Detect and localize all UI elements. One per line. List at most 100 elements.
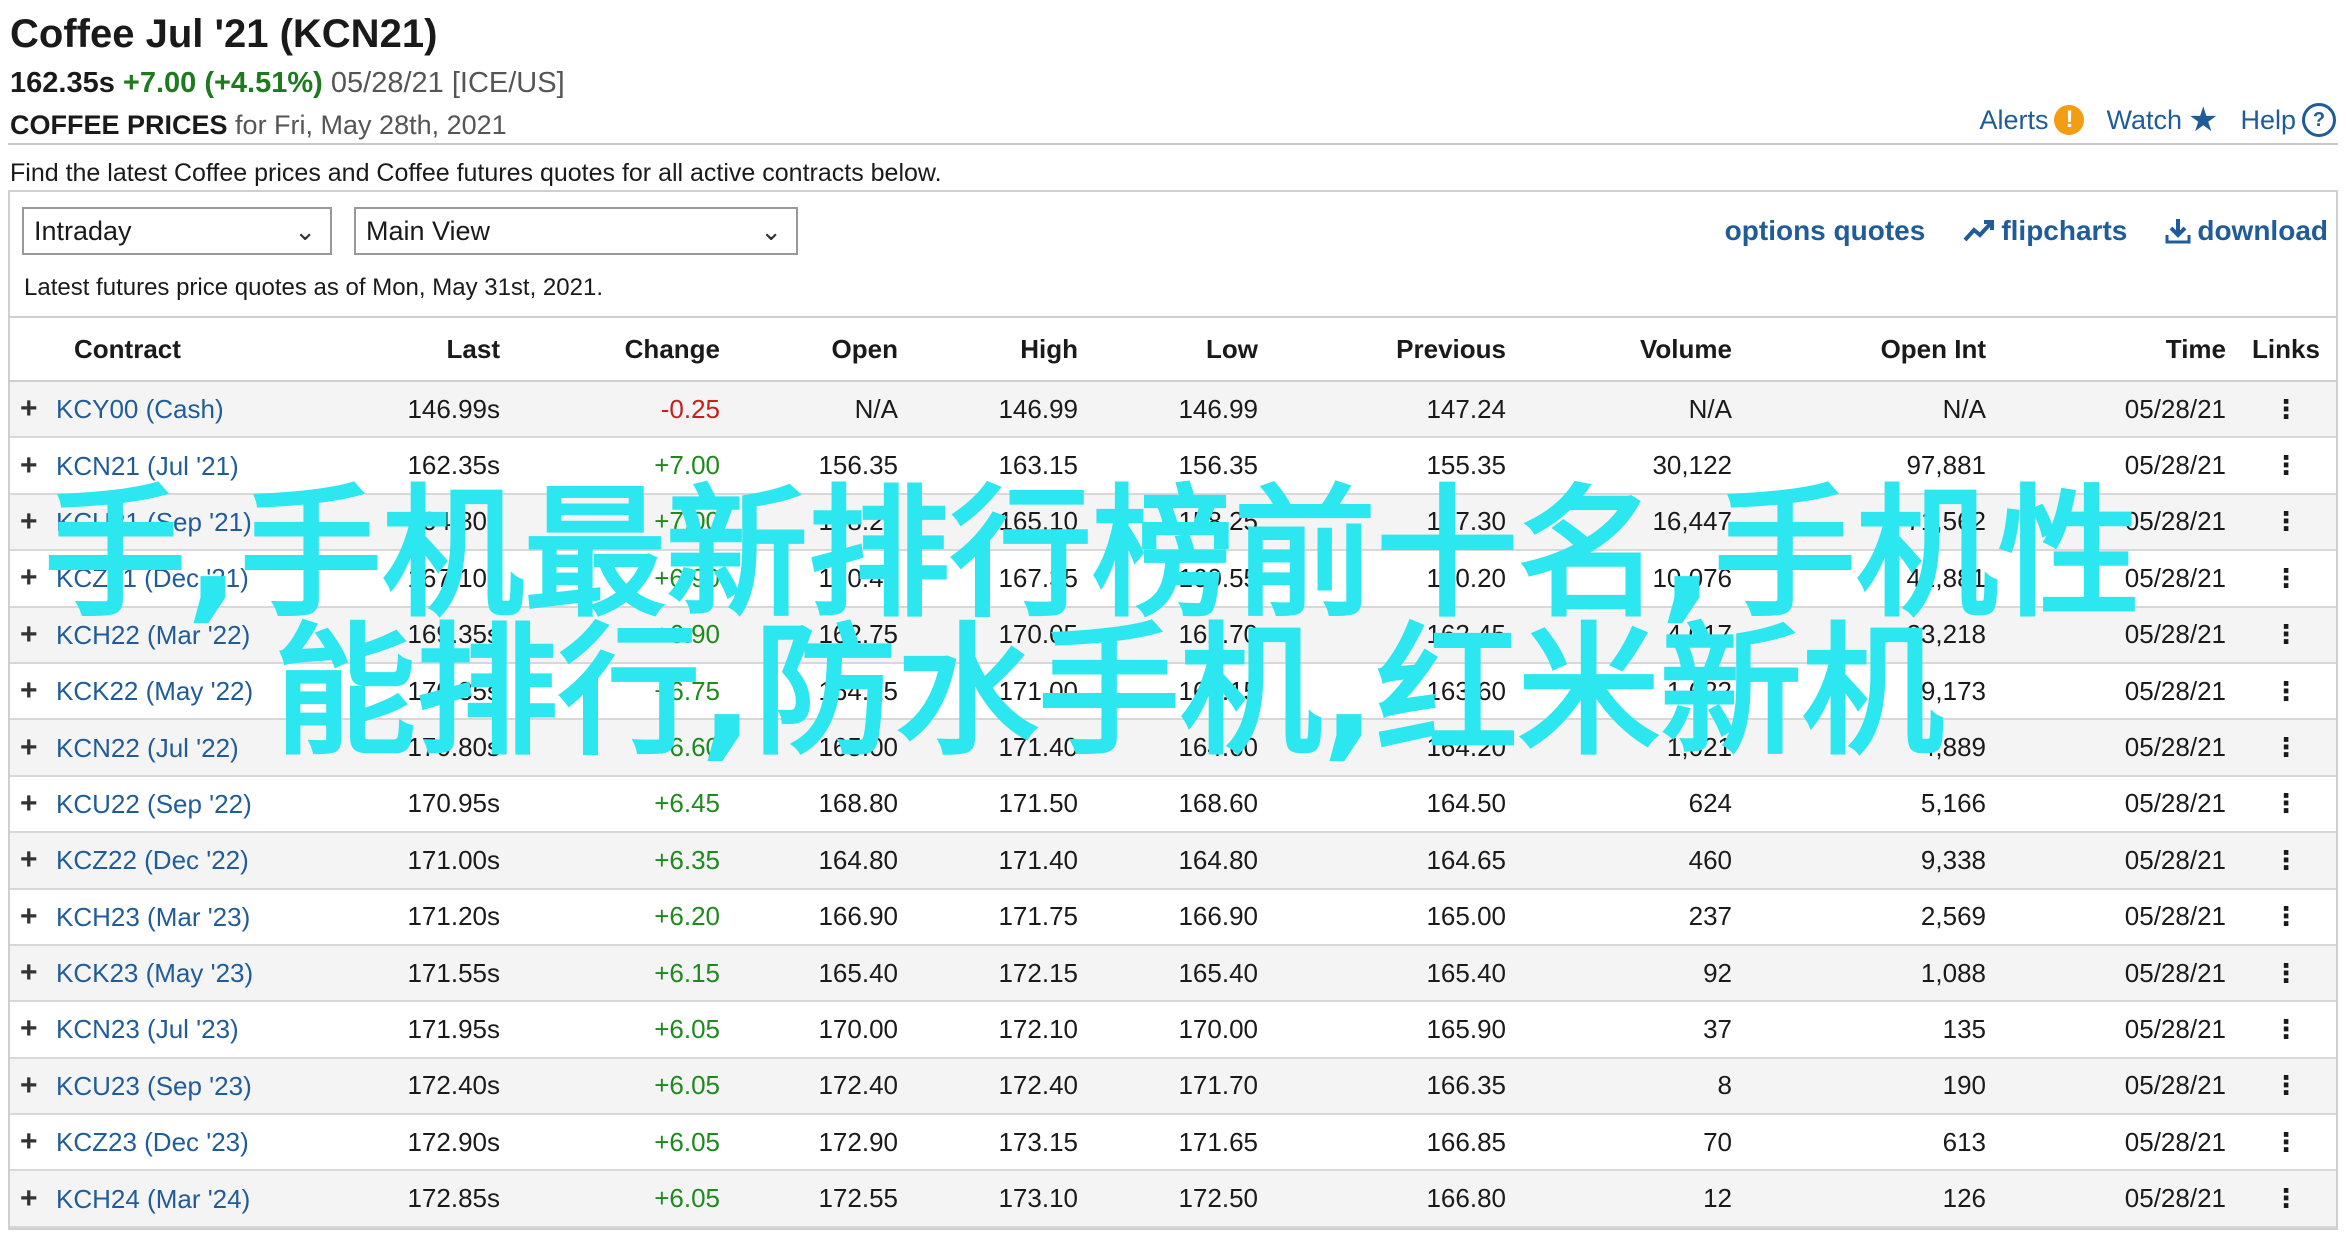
vertical-dots-icon[interactable]: ⋮	[2236, 888, 2336, 946]
col-contract[interactable]: Contract	[10, 316, 330, 382]
contract-link[interactable]: KCH24 (Mar '24)	[56, 1184, 250, 1214]
plus-icon[interactable]: +	[20, 1069, 56, 1103]
plus-icon[interactable]: +	[20, 561, 56, 595]
high-cell: 172.10	[908, 1001, 1088, 1059]
plus-icon[interactable]: +	[20, 787, 56, 821]
vertical-dots-icon[interactable]: ⋮	[2236, 719, 2336, 777]
price-change: +7.00 (+4.51%)	[122, 67, 323, 99]
vertical-dots-icon[interactable]: ⋮	[2236, 381, 2336, 439]
col-previous[interactable]: Previous	[1268, 316, 1516, 382]
as-of-note: Latest futures price quotes as of Mon, M…	[24, 274, 603, 301]
low-cell: 164.80	[1088, 832, 1268, 890]
plus-icon[interactable]: +	[20, 731, 56, 765]
vertical-dots-icon[interactable]: ⋮	[2236, 832, 2336, 890]
table-row: + KCK23 (May '23) 171.55s +6.15 165.40 172.15…	[10, 944, 2336, 1003]
volume-cell: 1,622	[1516, 662, 1742, 721]
plus-icon[interactable]: +	[20, 674, 56, 708]
download-link[interactable]: download	[2165, 210, 2328, 252]
contract-link[interactable]: KCH23 (Mar '23)	[56, 902, 250, 932]
contract-link[interactable]: KCK22 (May '22)	[56, 676, 253, 706]
contract-cell: + KCH24 (Mar '24)	[10, 1170, 330, 1228]
plus-icon[interactable]: +	[20, 449, 56, 483]
open-cell: 168.80	[730, 775, 908, 834]
col-last[interactable]: Last	[330, 316, 510, 382]
vertical-dots-icon[interactable]: ⋮	[2236, 775, 2336, 834]
plus-icon[interactable]: +	[20, 505, 56, 539]
options-quotes-label: options quotes	[1724, 215, 1926, 246]
time-cell: 05/28/21	[1996, 1057, 2236, 1116]
vertical-dots-icon[interactable]: ⋮	[2236, 437, 2336, 495]
contract-link[interactable]: KCU22 (Sep '22)	[56, 789, 252, 819]
open-cell: 164.15	[730, 662, 908, 721]
contract-link[interactable]: KCN23 (Jul '23)	[56, 1014, 239, 1044]
open-int-cell: 71,562	[1742, 493, 1996, 552]
time-cell: 05/28/21	[1996, 493, 2236, 552]
vertical-dots-icon[interactable]: ⋮	[2236, 1001, 2336, 1059]
open-cell: 162.75	[730, 606, 908, 664]
change-cell: +6.45	[510, 775, 730, 834]
plus-icon[interactable]: +	[20, 1125, 56, 1159]
vertical-dots-icon[interactable]: ⋮	[2236, 1057, 2336, 1116]
period-select[interactable]: Intraday ⌄	[22, 207, 332, 255]
contract-link[interactable]: KCN21 (Jul '21)	[56, 451, 239, 481]
contract-link[interactable]: KCY00 (Cash)	[56, 394, 224, 424]
previous-cell: 160.20	[1268, 550, 1516, 608]
col-high[interactable]: High	[908, 316, 1088, 382]
plus-icon[interactable]: +	[20, 900, 56, 934]
contract-link[interactable]: KCZ21 (Dec '21)	[56, 563, 249, 593]
plus-icon[interactable]: +	[20, 1012, 56, 1046]
period-select-value: Intraday	[34, 216, 132, 246]
table-row: + KCZ21 (Dec '21) 167.10s +6.90 160.40 167.35…	[10, 550, 2336, 608]
open-cell: 170.00	[730, 1001, 908, 1059]
open-cell: 172.55	[730, 1170, 908, 1228]
col-change[interactable]: Change	[510, 316, 730, 382]
plus-icon[interactable]: +	[20, 843, 56, 877]
contract-link[interactable]: KCZ23 (Dec '23)	[56, 1127, 249, 1157]
high-cell: 167.35	[908, 550, 1088, 608]
previous-cell: 162.45	[1268, 606, 1516, 664]
star-icon: ★	[2187, 101, 2219, 139]
vertical-dots-icon[interactable]: ⋮	[2236, 1170, 2336, 1228]
contract-link[interactable]: KCU23 (Sep '23)	[56, 1071, 252, 1101]
last-cell: 172.85s	[330, 1170, 510, 1228]
last-cell: 169.35s	[330, 606, 510, 664]
contract-cell: + KCN23 (Jul '23)	[10, 1001, 330, 1059]
vertical-dots-icon[interactable]: ⋮	[2236, 493, 2336, 552]
col-low[interactable]: Low	[1088, 316, 1268, 382]
vertical-dots-icon[interactable]: ⋮	[2236, 944, 2336, 1003]
vertical-dots-icon[interactable]: ⋮	[2236, 662, 2336, 721]
watch-link[interactable]: Watch ★	[2106, 100, 2218, 140]
previous-cell: 164.50	[1268, 775, 1516, 834]
plus-icon[interactable]: +	[20, 392, 56, 426]
plus-icon[interactable]: +	[20, 618, 56, 652]
col-open[interactable]: Open	[730, 316, 908, 382]
options-quotes-link[interactable]: options quotes	[1725, 210, 1926, 252]
contract-link[interactable]: KCZ22 (Dec '22)	[56, 845, 249, 875]
vertical-dots-icon[interactable]: ⋮	[2236, 1114, 2336, 1172]
vertical-dots-icon[interactable]: ⋮	[2236, 606, 2336, 664]
plus-icon[interactable]: +	[20, 1182, 56, 1216]
contract-cell: + KCY00 (Cash)	[10, 381, 330, 439]
view-select[interactable]: Main View ⌄	[354, 207, 798, 255]
open-int-cell: 9,338	[1742, 832, 1996, 890]
contract-link[interactable]: KCU21 (Sep '21)	[56, 507, 252, 537]
futures-table: Contract Last Change Open High Low Previ…	[10, 316, 2336, 1228]
high-cell: 163.15	[908, 437, 1088, 495]
help-link[interactable]: Help ?	[2240, 100, 2336, 140]
col-volume[interactable]: Volume	[1516, 316, 1742, 382]
plus-icon[interactable]: +	[20, 956, 56, 990]
open-int-cell: 9,173	[1742, 662, 1996, 721]
previous-cell: 157.30	[1268, 493, 1516, 552]
alerts-link[interactable]: Alerts !	[1979, 100, 2085, 140]
contract-link[interactable]: KCH22 (Mar '22)	[56, 620, 250, 650]
flipcharts-link[interactable]: flipcharts	[1963, 210, 2127, 252]
contract-cell: + KCK22 (May '22)	[10, 662, 330, 721]
change-cell: +6.05	[510, 1057, 730, 1116]
col-time[interactable]: Time	[1996, 316, 2236, 382]
contract-link[interactable]: KCK23 (May '23)	[56, 958, 253, 988]
contract-link[interactable]: KCN22 (Jul '22)	[56, 733, 239, 763]
vertical-dots-icon[interactable]: ⋮	[2236, 550, 2336, 608]
change-cell: +6.05	[510, 1170, 730, 1228]
high-cell: 171.40	[908, 832, 1088, 890]
col-open-int[interactable]: Open Int	[1742, 316, 1996, 382]
